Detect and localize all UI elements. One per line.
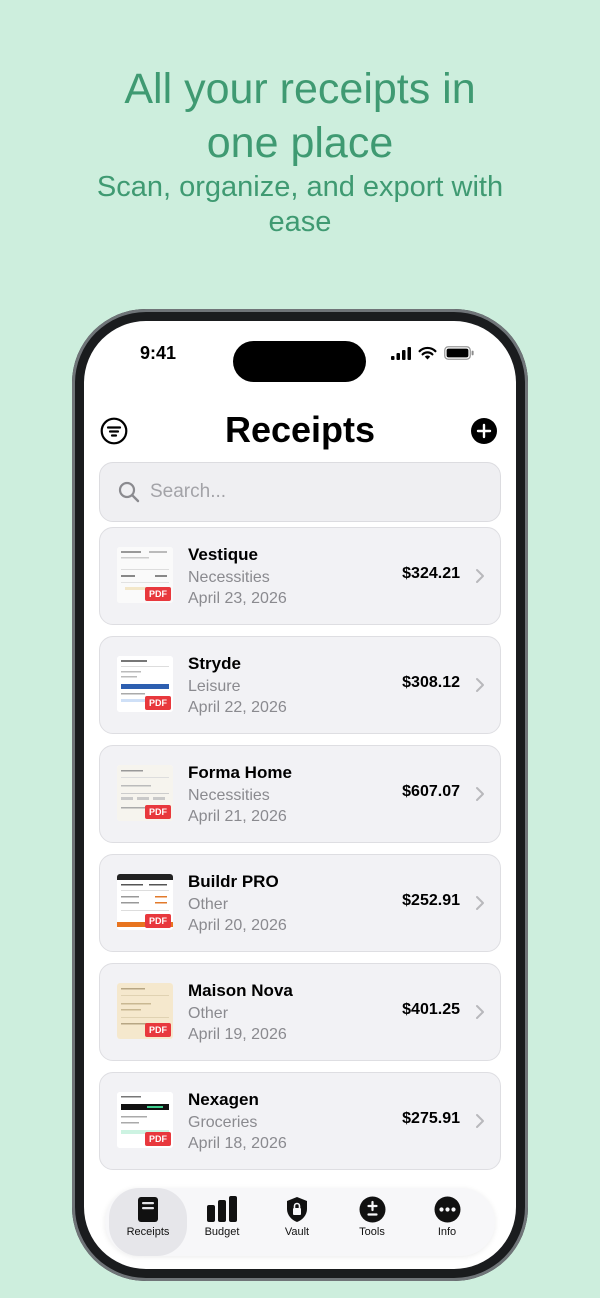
receipt-category: Groceries: [188, 1114, 258, 1131]
receipt-thumbnail: PDF: [117, 874, 173, 930]
receipt-category: Other: [188, 896, 229, 913]
pdf-badge: PDF: [145, 587, 171, 601]
pdf-badge: PDF: [145, 696, 171, 710]
chevron-right-icon: [476, 787, 484, 801]
chevron-right-icon: [476, 1114, 484, 1128]
receipt-date: April 19, 2026: [188, 1026, 287, 1043]
chevron-right-icon: [476, 569, 484, 583]
battery-icon: [444, 346, 474, 360]
pdf-badge: PDF: [145, 805, 171, 819]
receipt-merchant: Vestique: [188, 545, 258, 564]
chevron-right-icon: [476, 896, 484, 910]
tab-label: Info: [437, 1226, 457, 1238]
receipt-category: Necessities: [188, 569, 270, 586]
receipt-date: April 18, 2026: [188, 1135, 287, 1152]
pdf-badge: PDF: [145, 1132, 171, 1146]
receipt-card[interactable]: PDF Buildr PRO Other April 20, 2026 $252…: [99, 854, 501, 952]
receipt-merchant: Nexagen: [188, 1090, 259, 1109]
chevron-right-icon: [476, 1005, 484, 1019]
tab-bar: Receipts Budget Vault Tools Info: [105, 1188, 495, 1256]
receipt-list: PDF Vestique Necessities April 23, 2026 …: [99, 527, 501, 1181]
tab-receipts[interactable]: Receipts: [109, 1188, 187, 1256]
bar-chart-icon: [207, 1196, 237, 1222]
add-receipt-button[interactable]: [470, 417, 498, 445]
receipt-merchant: Buildr PRO: [188, 872, 279, 891]
pdf-badge: PDF: [145, 914, 171, 928]
receipt-merchant: Stryde: [188, 654, 241, 673]
promo-headline: All your receipts in one place Scan, org…: [0, 62, 600, 240]
receipt-thumbnail: PDF: [117, 656, 173, 712]
receipt-amount: $324.21: [402, 565, 460, 582]
promo-subtitle: Scan, organize, and export with ease: [96, 171, 504, 238]
receipt-amount: $275.91: [402, 1110, 460, 1127]
search-icon: [118, 481, 140, 503]
receipt-card[interactable]: PDF Stryde Leisure April 22, 2026 $308.1…: [99, 636, 501, 734]
status-icons: [391, 346, 474, 360]
status-time: 9:41: [140, 343, 177, 363]
receipt-card[interactable]: PDF Nexagen Groceries April 18, 2026 $27…: [99, 1072, 501, 1170]
pdf-badge: PDF: [145, 1023, 171, 1037]
receipt-thumbnail: PDF: [117, 1092, 173, 1148]
lock-shield-icon: [287, 1197, 307, 1222]
receipt-date: April 23, 2026: [188, 590, 287, 607]
tab-vault[interactable]: Vault: [258, 1188, 336, 1256]
receipt-amount: $401.25: [402, 1001, 460, 1018]
promo-title: All your receipts in one place: [124, 65, 476, 167]
receipt-thumbnail: PDF: [117, 547, 173, 603]
tab-info[interactable]: Info: [408, 1188, 486, 1256]
receipt-thumbnail: PDF: [117, 983, 173, 1039]
receipt-amount: $252.91: [402, 892, 460, 909]
tab-label: Vault: [284, 1226, 310, 1238]
more-icon: [434, 1196, 460, 1223]
receipt-category: Other: [188, 1005, 229, 1022]
receipt-category: Necessities: [188, 787, 270, 804]
tab-budget[interactable]: Budget: [183, 1188, 261, 1256]
receipt-merchant: Maison Nova: [188, 981, 293, 1000]
tab-label: Tools: [359, 1226, 385, 1238]
plus-minus-icon: [359, 1196, 385, 1223]
search-bar[interactable]: [99, 462, 501, 522]
receipt-date: April 21, 2026: [188, 808, 287, 825]
tab-tools[interactable]: Tools: [333, 1188, 411, 1256]
page-title: Receipts: [224, 409, 376, 450]
plus-circle-icon: [471, 418, 497, 444]
receipt-merchant: Forma Home: [188, 763, 292, 782]
wifi-icon: [418, 346, 437, 360]
receipt-icon: [138, 1197, 158, 1222]
phone-screen: 9:41 Receipts Search... PDF Vestique Nec…: [84, 321, 516, 1269]
receipt-card[interactable]: PDF Forma Home Necessities April 21, 202…: [99, 745, 501, 843]
receipt-amount: $308.12: [402, 674, 460, 691]
chevron-right-icon: [476, 678, 484, 692]
tab-label: Budget: [204, 1226, 240, 1238]
dynamic-island: [233, 341, 366, 382]
receipt-card[interactable]: PDF Vestique Necessities April 23, 2026 …: [99, 527, 501, 625]
receipt-date: April 20, 2026: [188, 917, 287, 934]
receipt-card[interactable]: PDF Maison Nova Other April 19, 2026 $40…: [99, 963, 501, 1061]
receipt-thumbnail: PDF: [117, 765, 173, 821]
search-input[interactable]: [150, 481, 470, 503]
receipt-date: April 22, 2026: [188, 699, 287, 716]
receipt-category: Leisure: [188, 678, 241, 695]
phone-frame: 9:41 Receipts Search... PDF Vestique Nec…: [72, 309, 528, 1281]
tab-label: Receipts: [126, 1226, 170, 1238]
cellular-signal-icon: [391, 346, 411, 360]
receipt-amount: $607.07: [402, 783, 460, 800]
